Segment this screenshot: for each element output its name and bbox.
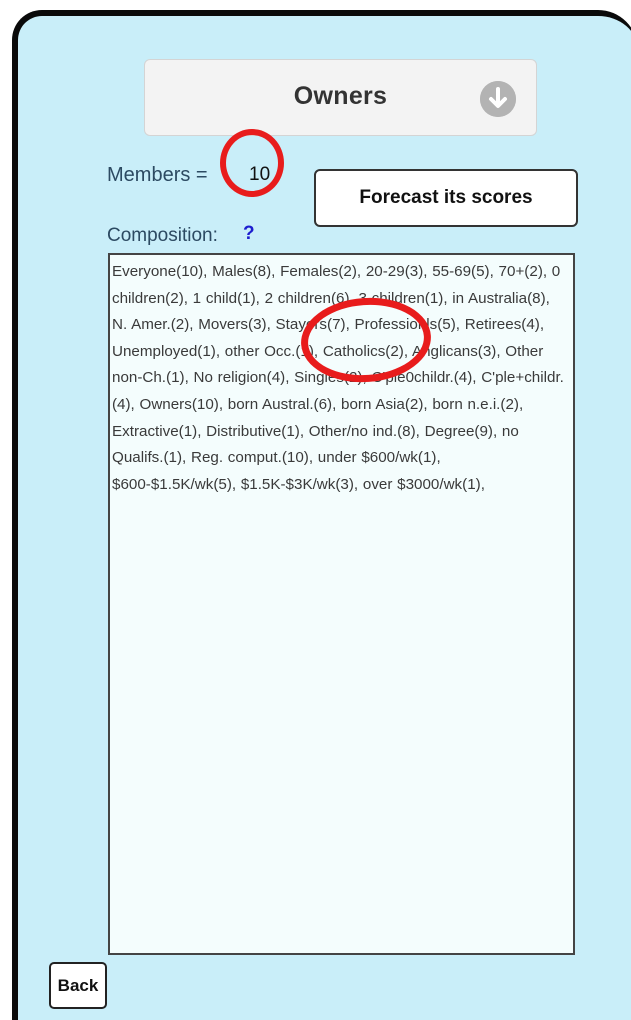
app-panel: Owners Members = 10 Forecast its scores … [12,10,631,1020]
group-title: Owners [293,82,388,110]
arrow-down-circle-icon[interactable] [480,81,516,117]
members-label: Members = [107,164,208,186]
group-title-dropdown[interactable]: Owners [144,59,537,136]
help-icon[interactable]: ? [243,223,255,245]
highlight-ring-members [220,129,284,197]
forecast-scores-button[interactable]: Forecast its scores [314,169,578,227]
composition-label: Composition: [107,225,218,246]
back-button[interactable]: Back [49,962,107,1009]
